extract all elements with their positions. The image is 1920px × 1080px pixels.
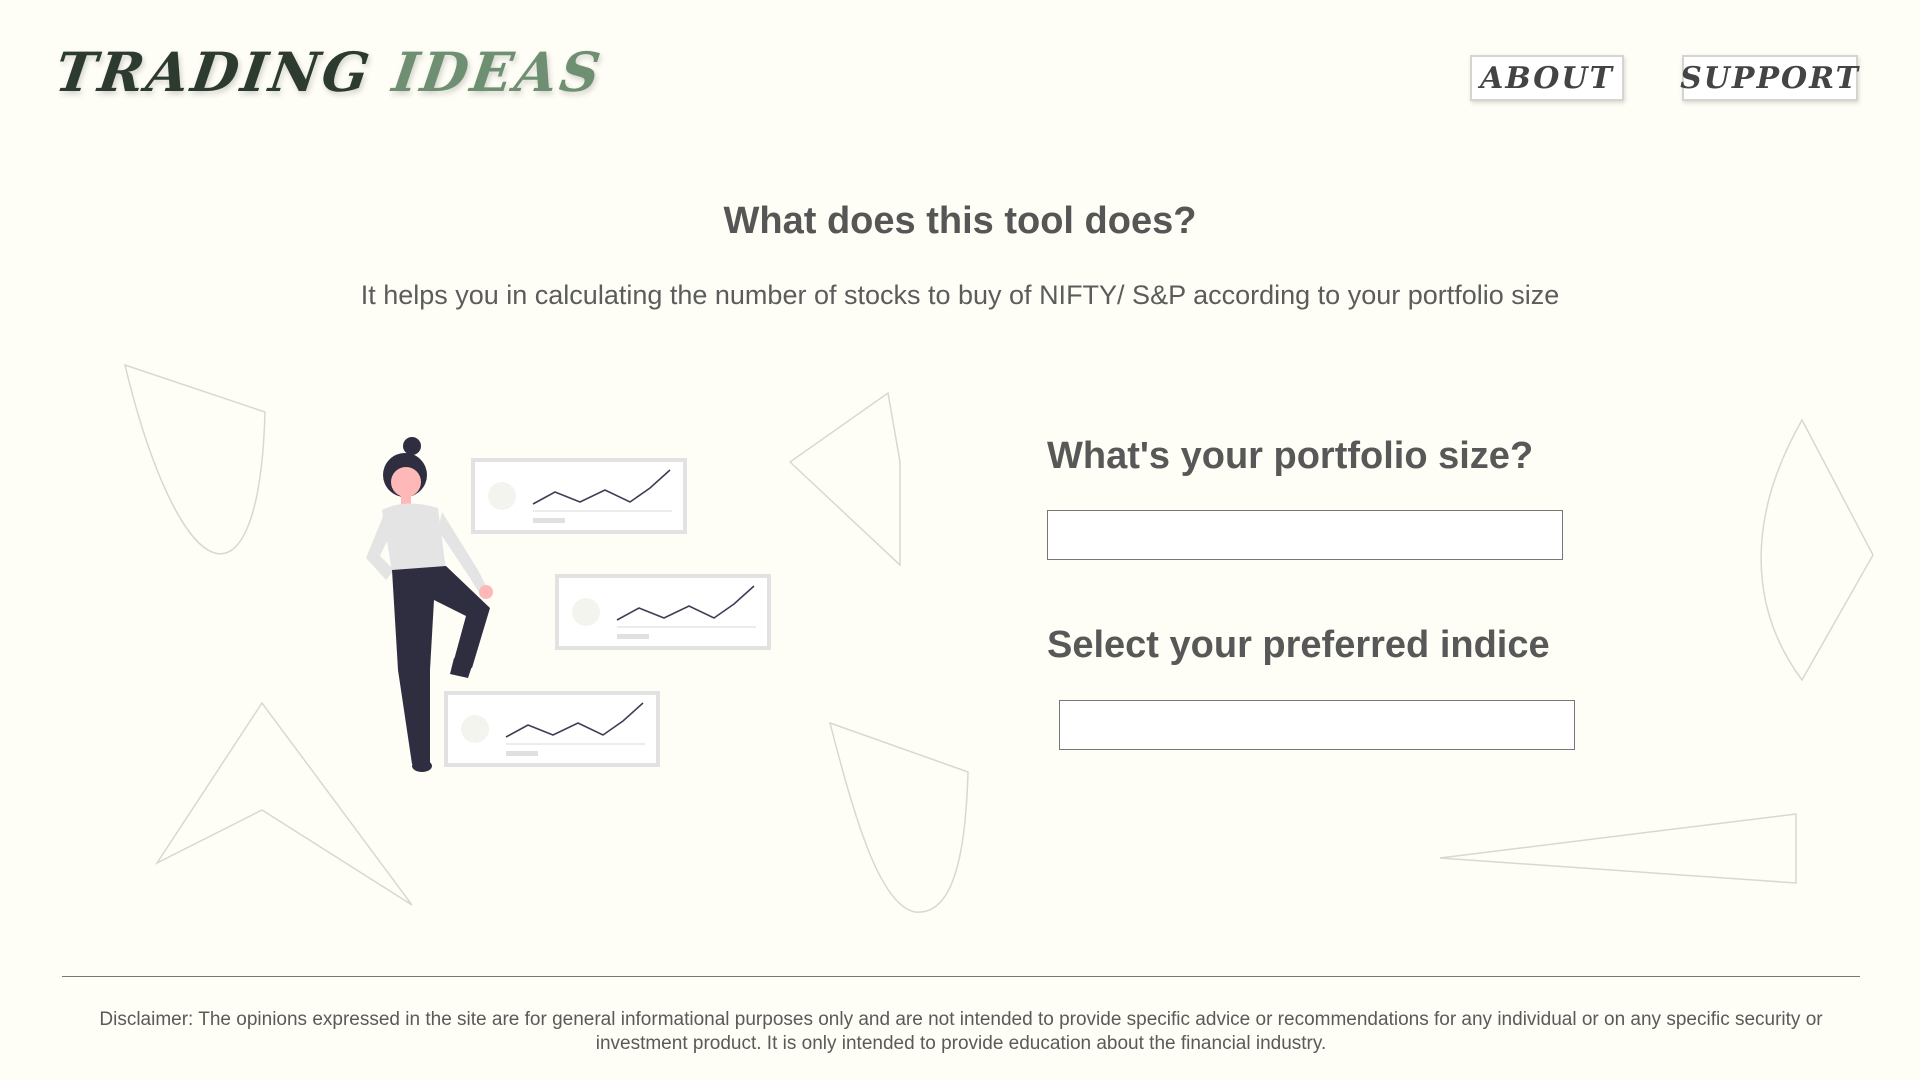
logo-word-ideas: IDEAS — [388, 40, 607, 104]
chart-card-bottom — [444, 691, 660, 767]
page: TRADING IDEAS ABOUT SUPPORT What does th… — [0, 0, 1920, 1080]
bg-shape-bottom-right — [1439, 813, 1797, 884]
footer-divider — [62, 976, 1860, 977]
hero-title: What does this tool does? — [723, 200, 1197, 242]
logo[interactable]: TRADING IDEAS — [52, 40, 607, 104]
chart-card-top — [471, 458, 687, 534]
trading-illustration — [366, 437, 771, 772]
bg-shape-bottom-center — [828, 721, 969, 913]
hero-subtitle: It helps you in calculating the number o… — [360, 280, 1560, 310]
logo-word-trading: TRADING — [51, 40, 377, 104]
portfolio-size-input[interactable] — [1047, 510, 1563, 560]
portfolio-size-label: What's your portfolio size? — [1047, 435, 1534, 477]
bg-shape-center-top — [788, 391, 901, 567]
nav-support-button[interactable]: SUPPORT — [1680, 55, 1858, 101]
indice-input[interactable] — [1059, 700, 1575, 750]
bg-shape-top-left — [123, 363, 266, 555]
nav-about-button[interactable]: ABOUT — [1470, 55, 1624, 101]
disclaimer-text: Disclaimer: The opinions expressed in th… — [99, 1009, 1823, 1054]
background-decoration — [123, 363, 1874, 913]
chart-card-middle — [555, 574, 771, 650]
bg-shape-right — [1760, 418, 1874, 682]
indice-label: Select your preferred indice — [1047, 624, 1550, 666]
